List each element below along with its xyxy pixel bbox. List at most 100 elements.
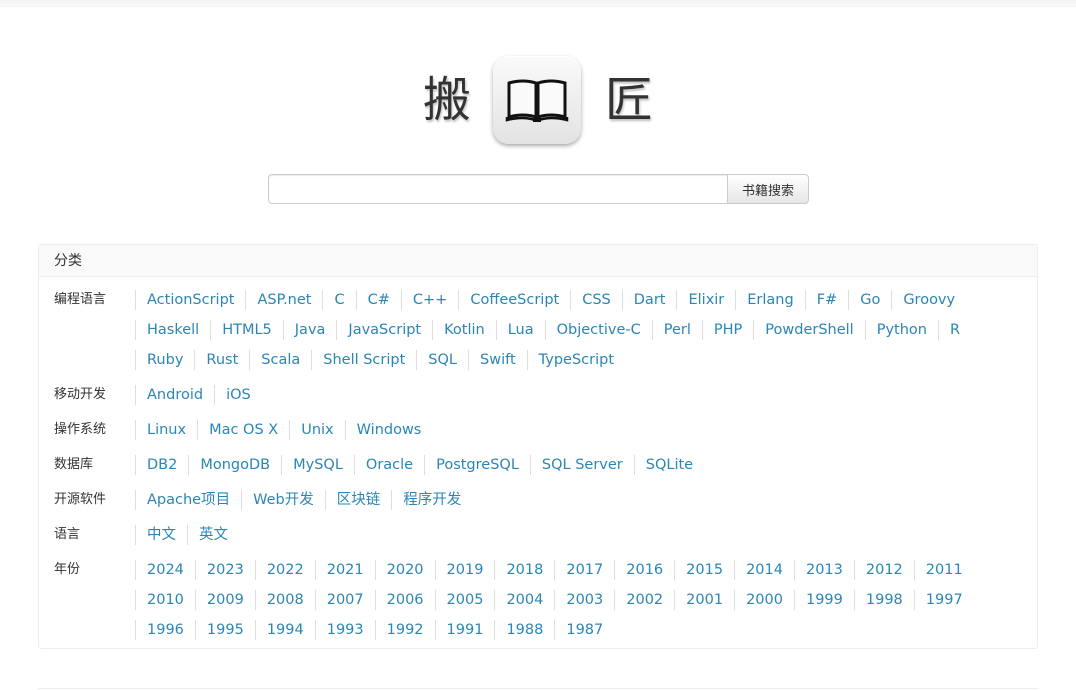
category-link[interactable]: Linux xyxy=(135,420,197,440)
category-link[interactable]: MySQL xyxy=(281,455,354,475)
category-link[interactable]: Perl xyxy=(651,320,702,340)
category-link[interactable]: 2018 xyxy=(494,560,554,580)
category-link[interactable]: Python xyxy=(864,320,938,340)
category-link[interactable]: Oracle xyxy=(353,455,424,475)
category-link[interactable]: 区块链 xyxy=(324,490,392,510)
category-link[interactable]: 2009 xyxy=(194,590,255,610)
category-link[interactable]: CSS xyxy=(570,290,622,310)
category-link[interactable]: 1998 xyxy=(853,590,914,610)
category-link[interactable]: 1999 xyxy=(793,590,854,610)
category-link[interactable]: Rust xyxy=(194,350,249,370)
top-bar xyxy=(0,0,1076,7)
category-link[interactable]: 2011 xyxy=(913,560,974,580)
category-link[interactable]: 中文 xyxy=(135,525,187,545)
category-link[interactable]: 2023 xyxy=(194,560,255,580)
search-input[interactable] xyxy=(268,174,727,204)
category-links: Apache项目 Web开发 区块链 程序开发 xyxy=(135,485,1015,515)
category-row: 移动开发 Android iOS xyxy=(39,380,1037,410)
category-links: 2024 2023 2022 2021 2020 2019 2018 2017 2016 2015… xyxy=(135,555,1015,645)
category-link[interactable]: SQLite xyxy=(633,455,704,475)
category-link[interactable]: JavaScript xyxy=(336,320,432,340)
category-link[interactable]: 程序开发 xyxy=(391,490,472,510)
category-link[interactable]: 1996 xyxy=(135,620,195,640)
category-link[interactable]: 2006 xyxy=(374,590,435,610)
category-link[interactable]: 1995 xyxy=(194,620,255,640)
category-link[interactable]: 2016 xyxy=(614,560,674,580)
category-link[interactable]: Ruby xyxy=(135,350,194,370)
category-link[interactable]: SQL xyxy=(416,350,468,370)
category-link[interactable]: 2004 xyxy=(494,590,554,610)
category-link[interactable]: TypeScript xyxy=(526,350,625,370)
category-link[interactable]: Web开发 xyxy=(241,490,325,510)
category-link[interactable]: ActionScript xyxy=(135,290,245,310)
category-link[interactable]: 2015 xyxy=(674,560,734,580)
category-link[interactable]: 1992 xyxy=(374,620,435,640)
category-link[interactable]: Kotlin xyxy=(432,320,496,340)
category-link[interactable]: SQL Server xyxy=(529,455,634,475)
category-link[interactable]: 2002 xyxy=(614,590,674,610)
category-link[interactable]: ASP.net xyxy=(245,290,322,310)
category-link[interactable]: PHP xyxy=(701,320,753,340)
category-link[interactable]: Mac OS X xyxy=(197,420,289,440)
category-link[interactable]: DB2 xyxy=(135,455,188,475)
category-link[interactable]: C xyxy=(322,290,355,310)
category-link[interactable]: 2001 xyxy=(674,590,734,610)
category-link[interactable]: 1987 xyxy=(554,620,614,640)
category-link[interactable]: 2024 xyxy=(135,560,195,580)
category-link[interactable]: PostgreSQL xyxy=(424,455,530,475)
category-link[interactable]: 2017 xyxy=(554,560,614,580)
panel-title: 分类 xyxy=(39,245,1037,277)
category-link[interactable]: 2000 xyxy=(734,590,794,610)
category-link[interactable]: 1994 xyxy=(254,620,315,640)
category-label: 数据库 xyxy=(54,457,94,472)
category-link[interactable]: Swift xyxy=(468,350,527,370)
category-label: 年份 xyxy=(54,562,81,577)
category-link[interactable]: Erlang xyxy=(735,290,804,310)
category-link[interactable]: 2019 xyxy=(434,560,495,580)
open-book-icon xyxy=(493,56,581,144)
category-link[interactable]: 1991 xyxy=(434,620,495,640)
category-link[interactable]: Android xyxy=(135,385,214,405)
category-link[interactable]: Elixir xyxy=(676,290,735,310)
category-link[interactable]: MongoDB xyxy=(188,455,281,475)
category-link[interactable]: C# xyxy=(355,290,401,310)
category-link[interactable]: 2020 xyxy=(374,560,435,580)
category-link[interactable]: Go xyxy=(848,290,891,310)
category-link[interactable]: 2022 xyxy=(254,560,315,580)
category-link[interactable]: Groovy xyxy=(891,290,966,310)
category-link[interactable]: Windows xyxy=(344,420,433,440)
category-link[interactable]: R xyxy=(937,320,971,340)
category-link[interactable]: 2003 xyxy=(554,590,614,610)
category-link[interactable]: Haskell xyxy=(135,320,210,340)
category-link[interactable]: 2014 xyxy=(734,560,794,580)
category-link[interactable]: 英文 xyxy=(187,525,239,545)
category-link[interactable]: 2010 xyxy=(135,590,195,610)
category-link[interactable]: 2012 xyxy=(853,560,914,580)
category-link[interactable]: 1997 xyxy=(913,590,974,610)
category-link[interactable]: 2007 xyxy=(314,590,375,610)
category-link[interactable]: F# xyxy=(804,290,849,310)
category-link[interactable]: Scala xyxy=(249,350,311,370)
book-search-button[interactable]: 书籍搜索 xyxy=(727,174,809,204)
category-link[interactable]: C++ xyxy=(400,290,458,310)
category-link[interactable]: 2021 xyxy=(314,560,375,580)
site-logo[interactable]: 搬 匠 xyxy=(0,54,1076,146)
category-link[interactable]: iOS xyxy=(214,385,262,405)
category-link[interactable]: Lua xyxy=(495,320,545,340)
category-link[interactable]: Objective-C xyxy=(544,320,652,340)
category-link[interactable]: Apache项目 xyxy=(135,490,241,510)
category-label: 语言 xyxy=(54,527,81,542)
category-link[interactable]: Shell Script xyxy=(311,350,416,370)
category-link[interactable]: 1993 xyxy=(314,620,375,640)
category-link[interactable]: Dart xyxy=(621,290,677,310)
category-link[interactable]: 2013 xyxy=(793,560,854,580)
category-link[interactable]: Java xyxy=(282,320,337,340)
category-link[interactable]: Unix xyxy=(289,420,344,440)
category-link[interactable]: 2005 xyxy=(434,590,495,610)
category-links: ActionScript ASP.net C C# C++ CoffeeScript CSS… xyxy=(135,285,1015,375)
category-link[interactable]: CoffeeScript xyxy=(458,290,570,310)
category-link[interactable]: HTML5 xyxy=(210,320,283,340)
category-link[interactable]: 1988 xyxy=(494,620,554,640)
category-link[interactable]: PowderShell xyxy=(753,320,864,340)
category-link[interactable]: 2008 xyxy=(254,590,315,610)
